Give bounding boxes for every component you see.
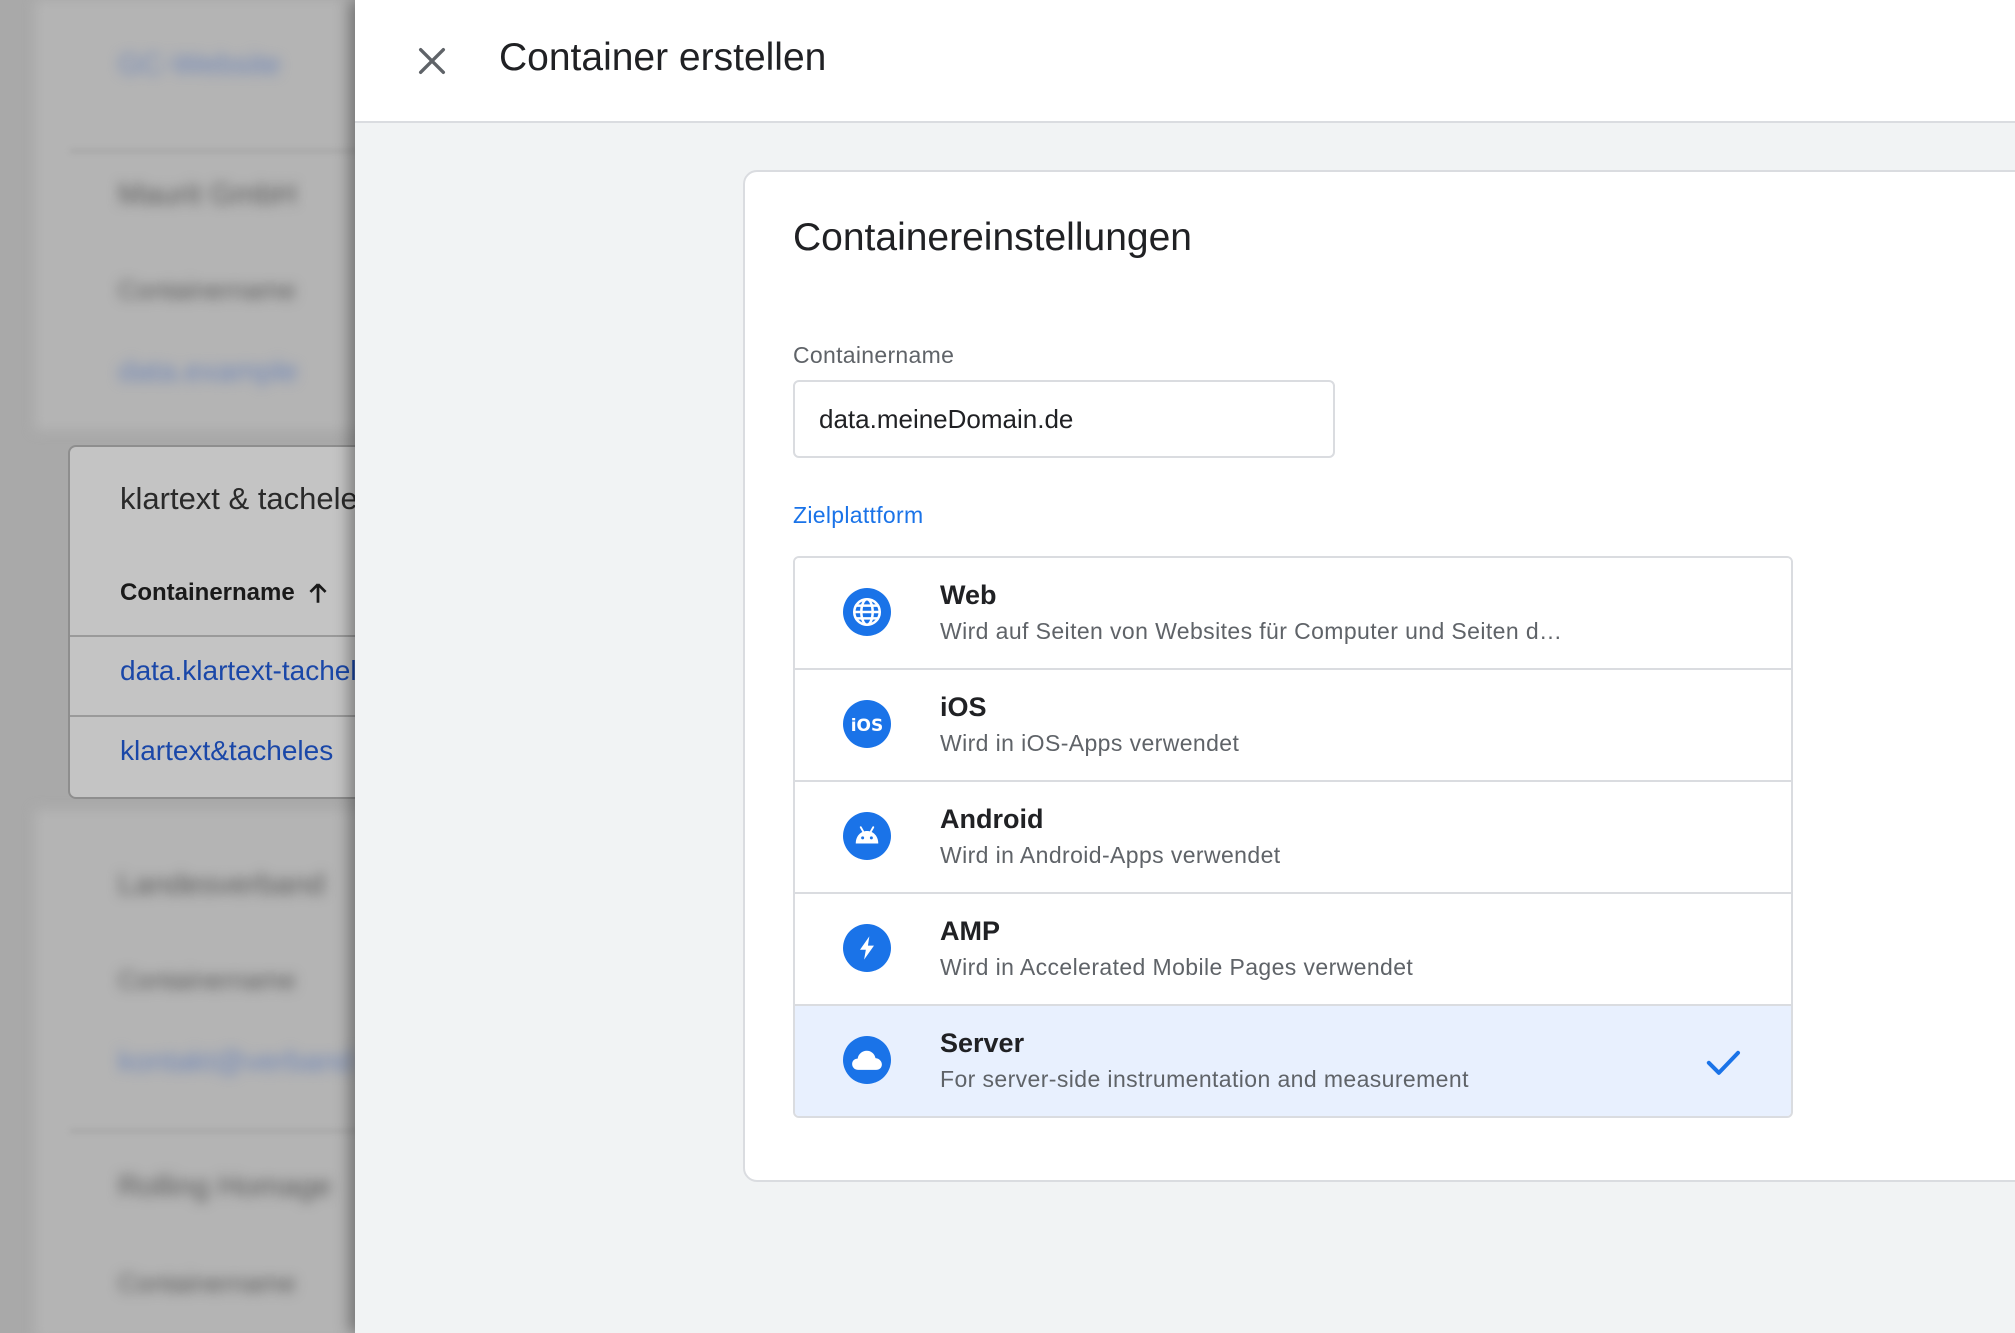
- close-button[interactable]: [405, 34, 459, 88]
- background-blurred-header: Containername: [118, 275, 296, 305]
- target-platform-list: Web Wird auf Seiten von Websites für Com…: [793, 556, 1793, 1118]
- arrow-up-icon: [309, 583, 327, 603]
- background-container-link[interactable]: data.klartext-tacheles.de: [120, 655, 360, 687]
- background-divider: [70, 150, 360, 152]
- svg-text:iOS: iOS: [851, 716, 884, 735]
- platform-description: Wird in Android-Apps verwendet: [940, 842, 1281, 868]
- cloud-icon: [843, 1036, 891, 1084]
- platform-option-amp[interactable]: AMP Wird in Accelerated Mobile Pages ver…: [795, 892, 1791, 1004]
- background-blurred-header: Containername: [118, 1268, 296, 1298]
- platform-option-android[interactable]: Android Wird in Android-Apps verwendet: [795, 780, 1791, 892]
- container-settings-card: Containereinstellungen Containername Zie…: [743, 170, 2015, 1182]
- platform-title: AMP: [940, 916, 1000, 946]
- platform-description: Wird in Accelerated Mobile Pages verwend…: [940, 954, 1414, 980]
- close-icon: [418, 47, 446, 75]
- container-name-input[interactable]: [793, 380, 1335, 458]
- background-divider: [70, 1130, 360, 1132]
- platform-description: Wird in iOS-Apps verwendet: [940, 730, 1240, 756]
- settings-title: Containereinstellungen: [793, 216, 1192, 259]
- background-blurred-link: data.example: [118, 355, 299, 388]
- container-name-label: Containername: [793, 342, 955, 368]
- background-blurred-link: GC-Website: [118, 48, 281, 81]
- platform-description: For server-side instrumentation and meas…: [940, 1066, 1469, 1092]
- background-blurred-title: Maurit GmbH: [118, 178, 297, 211]
- background-column-header[interactable]: Containername: [120, 579, 331, 607]
- background-blurred-title: Landesverband: [118, 868, 325, 901]
- dialog-header: Container erstellen: [355, 0, 2015, 123]
- platform-option-web[interactable]: Web Wird auf Seiten von Websites für Com…: [795, 558, 1791, 668]
- globe-icon: [843, 588, 891, 636]
- card-divider: [70, 715, 360, 717]
- platform-description: Wird auf Seiten von Websites für Compute…: [940, 618, 1563, 644]
- background-card-title: klartext & tacheles: [120, 481, 360, 516]
- platform-title: Server: [940, 1028, 1025, 1058]
- background-blurred-title: Rolling Homage: [118, 1170, 332, 1203]
- background-page: GC-Website Maurit GmbH Containername dat…: [0, 0, 360, 1333]
- background-blurred-link: kontakt@verband: [118, 1045, 354, 1078]
- create-container-dialog: Container erstellen Containereinstellung…: [355, 0, 2015, 1333]
- target-platform-label: Zielplattform: [793, 502, 924, 528]
- platform-title: iOS: [940, 692, 987, 722]
- dialog-title: Container erstellen: [499, 36, 827, 79]
- background-container-link[interactable]: klartext&tacheles: [120, 735, 333, 767]
- background-blurred-header: Containername: [118, 965, 296, 995]
- platform-option-server[interactable]: Server For server-side instrumentation a…: [795, 1004, 1791, 1116]
- platform-option-ios[interactable]: iOS iOS Wird in iOS-Apps verwendet: [795, 668, 1791, 780]
- background-account-card: klartext & tacheles Containername data.k…: [68, 445, 360, 799]
- card-divider: [70, 635, 360, 637]
- checkmark-icon: [1706, 1050, 1740, 1075]
- ios-icon: iOS: [843, 700, 891, 748]
- lightning-icon: [843, 924, 891, 972]
- android-icon: [843, 812, 891, 860]
- platform-title: Web: [940, 580, 997, 610]
- platform-title: Android: [940, 804, 1044, 834]
- column-header-label: Containername: [120, 579, 295, 606]
